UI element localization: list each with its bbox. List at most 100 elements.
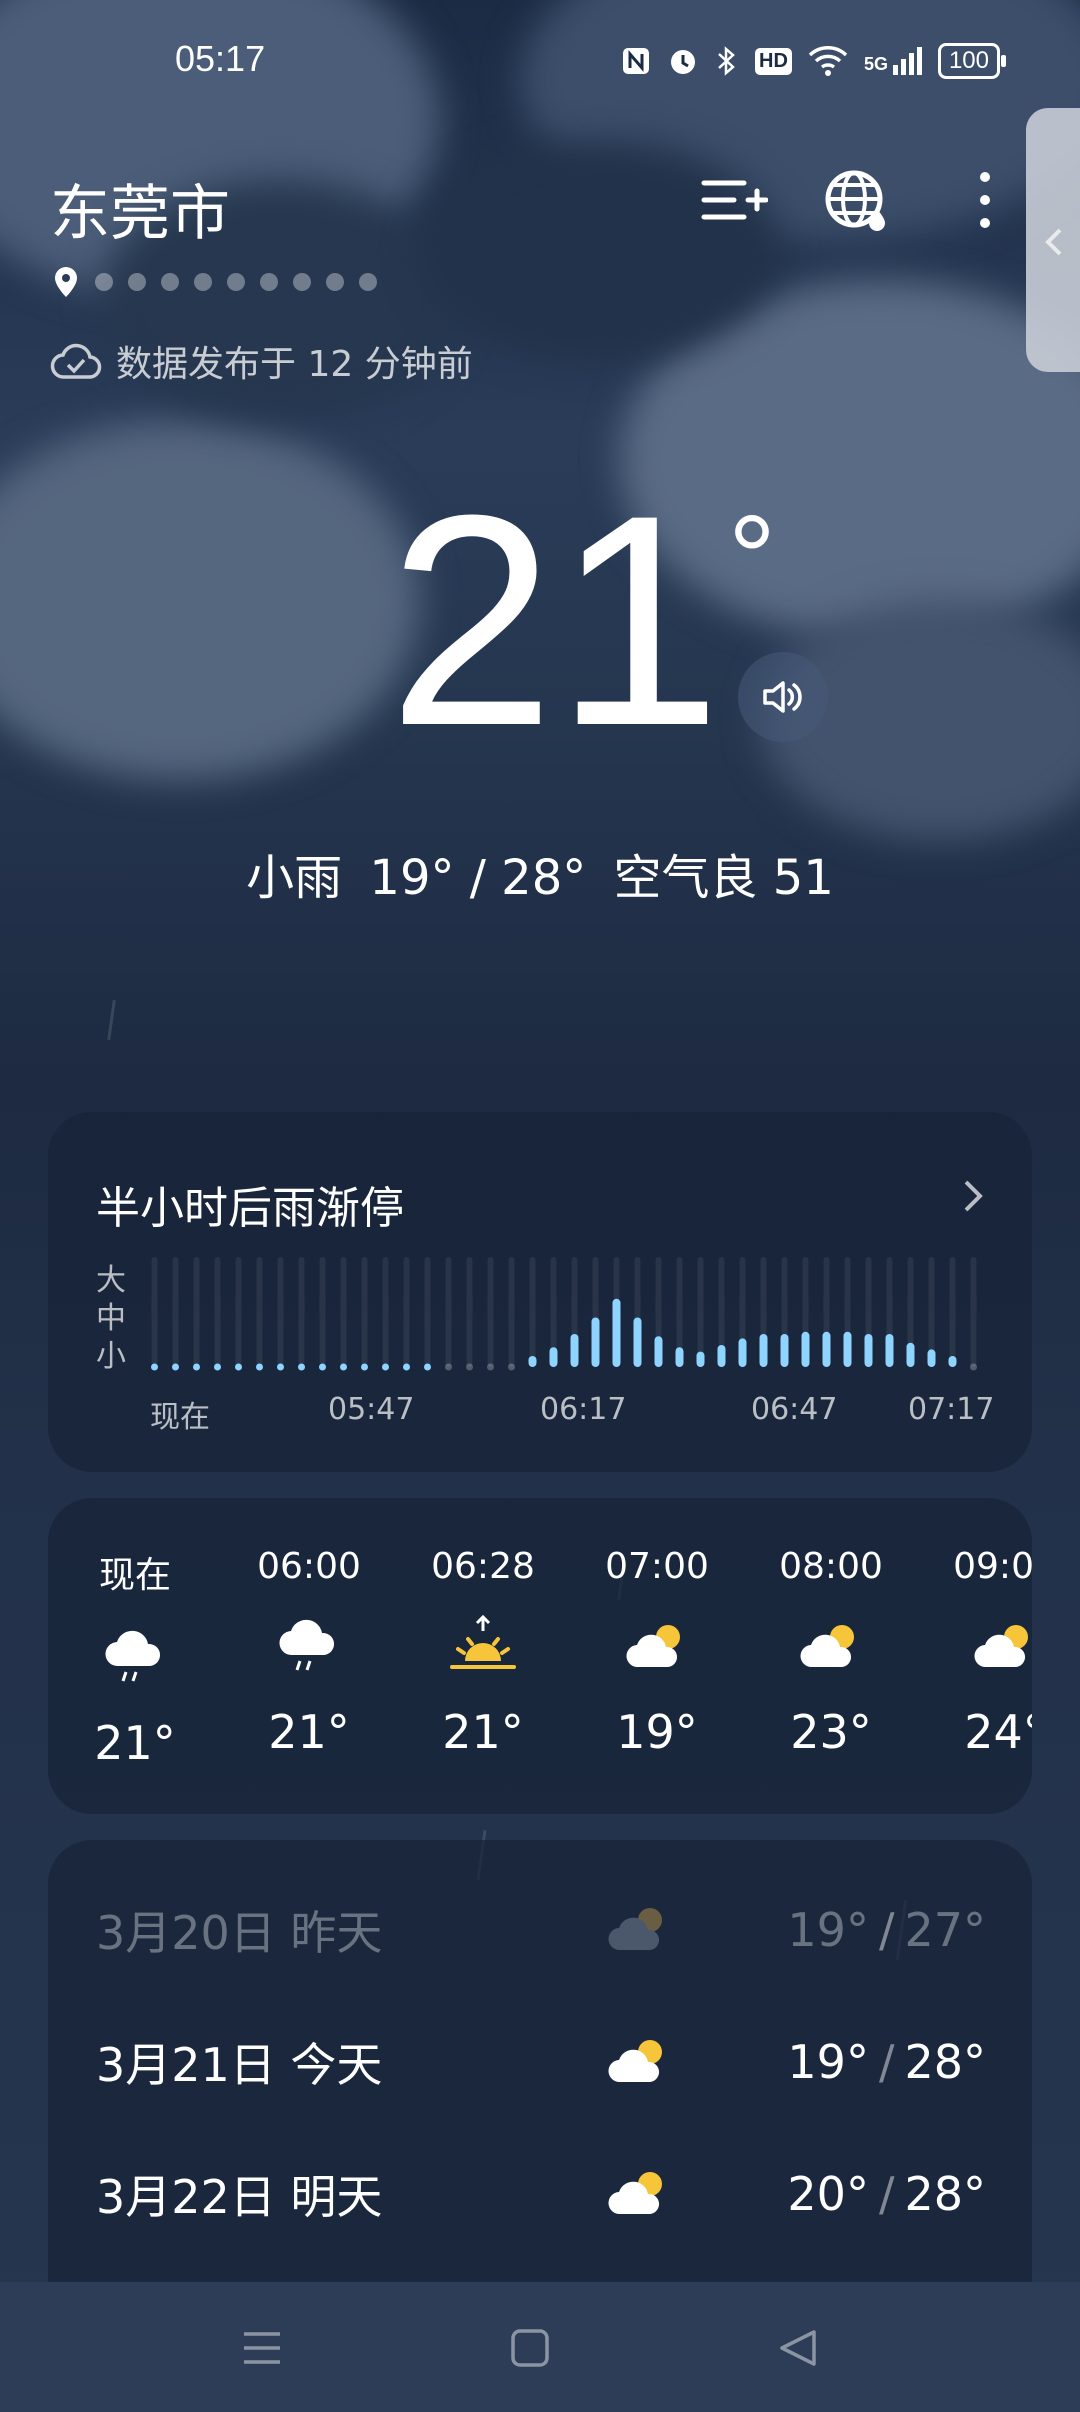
rain-bar-track (298, 1257, 305, 1367)
chevron-left-icon (1045, 228, 1062, 256)
hourly-item[interactable]: 07:00 19° (570, 1498, 744, 1759)
page-dot[interactable] (128, 273, 146, 291)
daily-forecast-card[interactable]: 3月20日 昨天 19°/27° 3月21日 今天 19°/28° 3月22日 … (48, 1840, 1032, 2282)
rain-bar (675, 1347, 684, 1367)
page-dot[interactable] (260, 273, 278, 291)
air-quality[interactable]: 空气良 51 (614, 850, 834, 906)
rain-bar (549, 1347, 558, 1367)
hour-temp: 19° (616, 1705, 698, 1759)
rain-dot (970, 1363, 977, 1371)
status-time: 05:17 (175, 38, 266, 79)
rain-streak (107, 999, 116, 1041)
hour-temp: 21° (268, 1705, 350, 1759)
location-pin-icon (55, 267, 77, 297)
page-dot[interactable] (359, 273, 377, 291)
rain-dot (193, 1363, 200, 1371)
rain-bar-track (277, 1257, 284, 1367)
chevron-right-icon[interactable] (958, 1174, 988, 1218)
daily-row[interactable]: 3月22日 明天 20°/28° (96, 2154, 986, 2234)
hourly-forecast-card[interactable]: 现在 21° 06:00 21° 06:28 21° 07:00 19° 08:… (48, 1498, 1032, 1814)
more-options-icon[interactable] (950, 165, 1020, 235)
home-nav-icon[interactable] (508, 2326, 552, 2370)
low-temp: 19° (787, 1903, 869, 1957)
intensity-label: 小 (96, 1339, 126, 1374)
rain-time-label: 05:47 (328, 1392, 415, 1427)
wifi-icon (808, 46, 848, 76)
rain-time-label: 07:17 (908, 1392, 995, 1427)
rain-bar (801, 1331, 810, 1367)
globe-icon[interactable] (822, 165, 892, 235)
low-temp: 19° (787, 2035, 869, 2089)
rain-bar (528, 1356, 537, 1367)
page-dot[interactable] (194, 273, 212, 291)
rain-bar (591, 1317, 600, 1367)
voice-broadcast-button[interactable] (738, 652, 828, 742)
hourly-item[interactable]: 09:00 24° (918, 1498, 1032, 1759)
rain-dot (151, 1363, 158, 1371)
rain-bar (696, 1351, 705, 1367)
cloud-check-icon (50, 343, 102, 379)
rain-forecast-title: 半小时后雨渐停 (96, 1183, 404, 1234)
hour-temp: 23° (790, 1705, 872, 1759)
temperature-range: 19° / 28° (369, 850, 587, 906)
rain-bar-track (172, 1257, 179, 1367)
hourly-item[interactable]: 06:00 21° (222, 1498, 396, 1759)
publish-info: 数据发布于 12 分钟前 (50, 335, 473, 387)
rain-dot (487, 1363, 494, 1371)
rain-bar-track (319, 1257, 326, 1367)
rain-bar-track (340, 1257, 347, 1367)
city-name[interactable]: 东莞市 (50, 165, 230, 252)
rain-bar-track (529, 1257, 536, 1367)
rain-forecast-card[interactable]: 半小时后雨渐停 大 中 小 现在 05:47 06:17 06:47 07:17 (48, 1112, 1032, 1472)
rain-bar-track (382, 1257, 389, 1367)
rain-bar-track (214, 1257, 221, 1367)
rain-bar-track (466, 1257, 473, 1367)
hour-time: 09:00 (953, 1546, 1032, 1587)
page-dot[interactable] (95, 273, 113, 291)
rain-bar (759, 1334, 768, 1367)
rain-dot (256, 1363, 263, 1371)
page-dot[interactable] (227, 273, 245, 291)
rain-dot (382, 1363, 389, 1371)
daily-row[interactable]: 3月20日 昨天 19°/27° (96, 1890, 986, 1970)
rain-bar (843, 1331, 852, 1367)
rain-bar-track (508, 1257, 515, 1367)
daily-row[interactable]: 3月21日 今天 19°/28° (96, 2022, 986, 2102)
nfc-icon (623, 48, 650, 74)
hour-temp: 21° (442, 1705, 524, 1759)
rain-bar-track (487, 1257, 494, 1367)
rain-cloud-icon (279, 1619, 335, 1671)
range-separator: / (878, 2035, 895, 2089)
rain-bar (738, 1338, 747, 1367)
hourly-item[interactable]: 08:00 23° (744, 1498, 918, 1759)
rain-dot (298, 1363, 305, 1371)
rain-bar-track (949, 1257, 956, 1367)
rain-dot (361, 1363, 368, 1371)
menu-nav-icon[interactable] (240, 2326, 284, 2370)
rain-dot (235, 1363, 242, 1371)
temperature-range: 19°/27° (787, 1903, 986, 1957)
rain-bar (570, 1334, 579, 1367)
rain-bar (717, 1345, 726, 1367)
page-dot[interactable] (161, 273, 179, 291)
speaker-icon (763, 681, 802, 713)
hourly-item[interactable]: 现在 21° (48, 1498, 222, 1770)
city-manage-icon[interactable] (698, 165, 768, 235)
status-icons: HD 5G 100 (621, 34, 1007, 88)
rain-bar-track (970, 1257, 977, 1367)
sunrise-icon (450, 1615, 516, 1669)
hourly-item[interactable]: 06:28 21° (396, 1498, 570, 1759)
day-date: 3月20日 昨天 (96, 1906, 383, 1960)
page-dot[interactable] (326, 273, 344, 291)
rain-bar (633, 1317, 642, 1367)
side-panel-handle[interactable] (1026, 108, 1080, 372)
range-separator: / (878, 2167, 895, 2221)
hour-time: 现在 (98, 1555, 171, 1596)
rain-bar-track (151, 1257, 158, 1367)
page-dot[interactable] (293, 273, 311, 291)
high-temp: 27° (904, 1903, 986, 1957)
rain-dot (424, 1363, 431, 1371)
rain-intensity-chart (151, 1257, 977, 1371)
back-nav-icon[interactable] (776, 2326, 820, 2370)
battery-indicator: 100 (937, 43, 1007, 79)
